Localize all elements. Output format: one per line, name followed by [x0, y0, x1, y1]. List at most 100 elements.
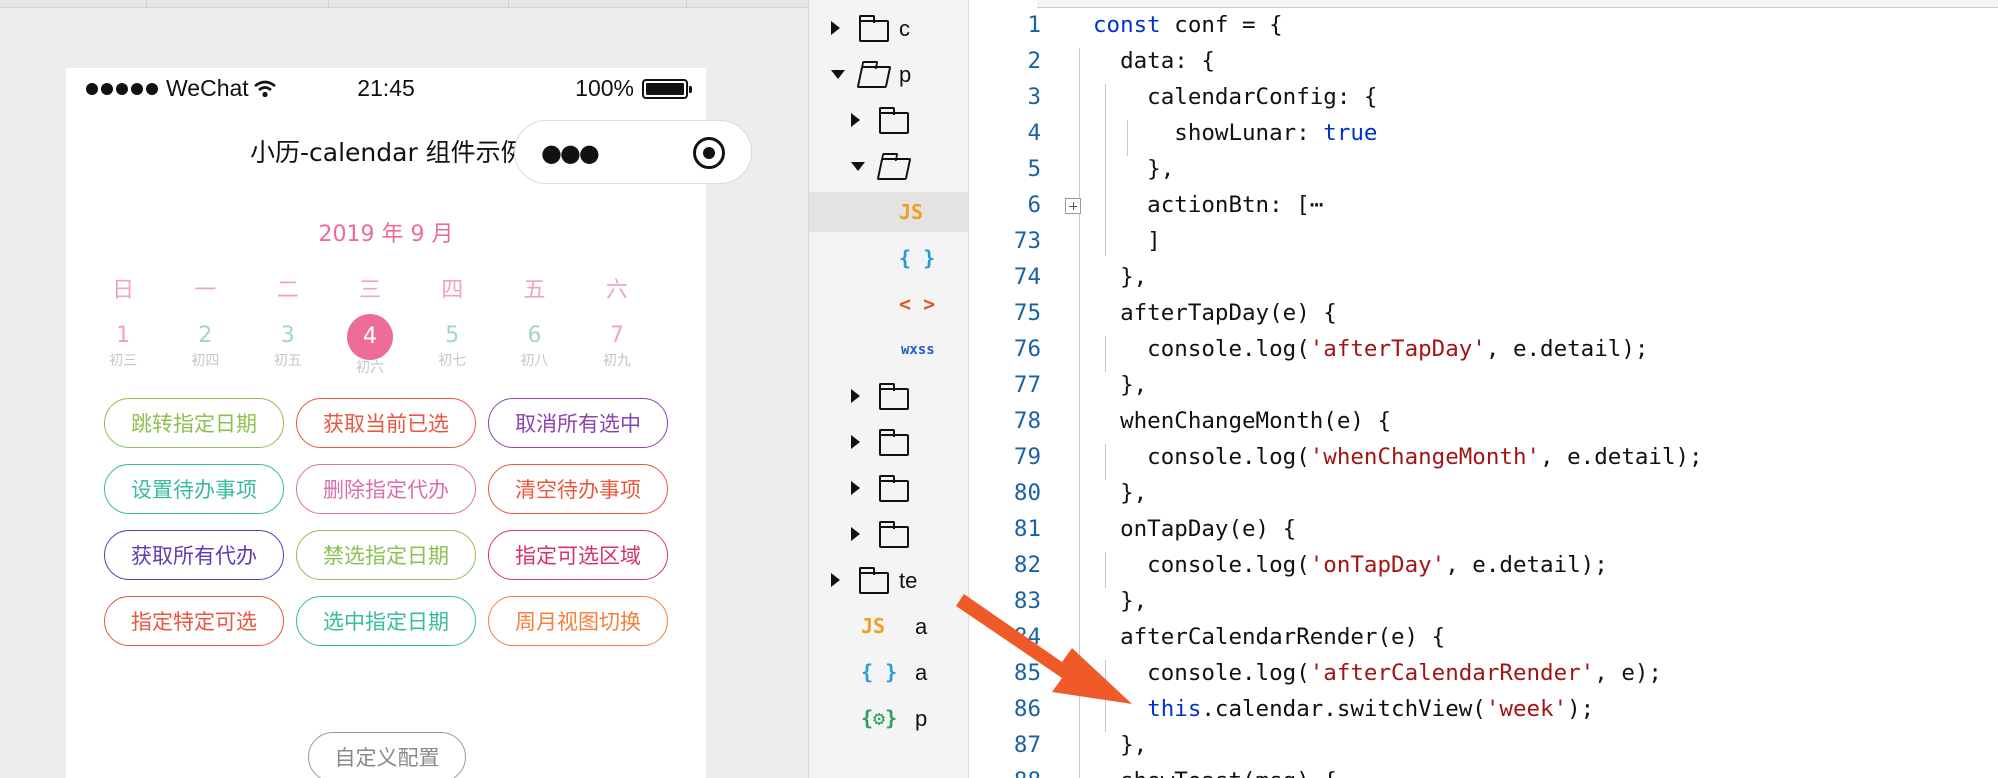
code-line: 82 console.log('onTapDay', e.detail); — [969, 552, 1998, 588]
action-button[interactable]: 指定特定可选 — [104, 596, 284, 646]
line-number: 6 — [1027, 192, 1041, 218]
code-text: ] — [1093, 228, 1161, 254]
chevron-down-icon[interactable] — [851, 162, 865, 171]
chevron-right-icon[interactable] — [851, 435, 860, 449]
calendar-day[interactable]: 7 初九 — [576, 314, 658, 370]
code-line: 86 this.calendar.switchView('week'); — [969, 696, 1998, 732]
action-button[interactable]: 禁选指定日期 — [296, 530, 476, 580]
tree-item-label: p — [899, 62, 912, 87]
tree-folder[interactable]: c — [809, 8, 969, 48]
weekday-label: 五 — [523, 278, 546, 303]
chevron-right-icon[interactable] — [851, 527, 860, 541]
tree-folder[interactable] — [809, 376, 969, 416]
line-number: 81 — [1013, 516, 1041, 542]
tree-item-label: te — [899, 568, 918, 593]
calendar-day-selected[interactable]: 4 初六 — [329, 314, 411, 376]
folder-icon — [879, 107, 909, 134]
line-number: 2 — [1027, 48, 1041, 74]
code-line: 84 afterCalendarRender(e) { — [969, 624, 1998, 660]
code-text: afterTapDay(e) { — [1093, 300, 1337, 326]
chevron-right-icon[interactable] — [851, 389, 860, 403]
month-title: 2019 年 9 月 — [318, 222, 454, 247]
code-line: 80 }, — [969, 480, 1998, 516]
tree-folder[interactable] — [809, 100, 969, 140]
line-number: 84 — [1013, 624, 1041, 650]
folder-icon — [859, 567, 889, 594]
code-line: 76 console.log('afterTapDay', e.detail); — [969, 336, 1998, 372]
code-text: }, — [1093, 264, 1148, 290]
action-button[interactable]: 取消所有选中 — [488, 398, 668, 448]
line-number: 75 — [1013, 300, 1041, 326]
line-number: 5 — [1027, 156, 1041, 182]
action-button[interactable]: 删除指定代办 — [296, 464, 476, 514]
folder-icon — [859, 15, 889, 42]
code-text: showToast(msg) { — [1093, 768, 1337, 778]
chevron-right-icon[interactable] — [851, 481, 860, 495]
chevron-right-icon[interactable] — [831, 573, 840, 587]
chevron-right-icon[interactable] — [851, 113, 860, 127]
code-text: actionBtn: [⋯ — [1093, 192, 1324, 218]
folder-icon — [879, 521, 909, 548]
close-target-icon[interactable] — [693, 137, 725, 169]
code-line: 77 }, — [969, 372, 1998, 408]
code-text: this.calendar.switchView('week'); — [1147, 696, 1595, 722]
action-button[interactable]: 周月视图切换 — [488, 596, 668, 646]
more-icon[interactable]: ●●● — [541, 139, 600, 167]
action-button[interactable]: 指定可选区域 — [488, 530, 668, 580]
tree-file[interactable]: wxss — [809, 330, 969, 370]
custom-config-button[interactable]: 自定义配置 — [308, 732, 466, 778]
file-type-icon: JS — [861, 614, 886, 638]
folder-icon — [879, 475, 909, 502]
weekday-label: 二 — [276, 278, 299, 303]
action-button[interactable]: 获取当前已选 — [296, 398, 476, 448]
line-number: 88 — [969, 768, 1041, 778]
tree-folder[interactable] — [809, 422, 969, 462]
tree-folder[interactable] — [809, 468, 969, 508]
day-number: 4 — [362, 324, 377, 349]
calendar-day[interactable]: 3 初五 — [247, 314, 329, 370]
battery-percent: 100% — [575, 75, 634, 101]
tree-file[interactable]: JS — [809, 192, 969, 232]
chevron-down-icon[interactable] — [831, 70, 845, 79]
battery-icon — [642, 78, 692, 99]
code-line: 2 data: { — [969, 48, 1998, 84]
action-button[interactable]: 获取所有代办 — [104, 530, 284, 580]
day-number: 3 — [280, 323, 295, 348]
action-button[interactable]: 选中指定日期 — [296, 596, 476, 646]
tree-file[interactable]: < > — [809, 284, 969, 324]
tree-item-label: c — [899, 16, 910, 41]
code-text: }, — [1093, 480, 1148, 506]
line-number: 83 — [1013, 588, 1041, 614]
line-number: 76 — [1013, 336, 1041, 362]
line-number: 78 — [1013, 408, 1041, 434]
file-tree-panel: c p JS { } < > wxss te JS a { } a {⚙} p — [808, 0, 969, 778]
action-button[interactable]: 设置待办事项 — [104, 464, 284, 514]
lunar-date: 初七 — [438, 353, 467, 369]
tree-file[interactable]: {⚙} p — [809, 698, 969, 738]
tree-folder[interactable] — [809, 146, 969, 186]
calendar-day[interactable]: 5 初七 — [411, 314, 493, 370]
tree-folder[interactable] — [809, 514, 969, 554]
calendar-day[interactable]: 6 初八 — [493, 314, 575, 370]
file-type-icon: < > — [899, 292, 936, 316]
action-buttons: 跳转指定日期 获取当前已选 取消所有选中设置待办事项 删除指定代办 清空待办事项获取所有… — [104, 398, 670, 646]
action-button[interactable]: 跳转指定日期 — [104, 398, 284, 448]
chevron-right-icon[interactable] — [831, 21, 840, 35]
calendar-day[interactable]: 1 初三 — [82, 314, 164, 370]
file-type-icon: JS — [899, 200, 924, 224]
tree-folder[interactable]: p — [809, 54, 969, 94]
tree-folder[interactable]: te — [809, 560, 969, 600]
code-text: console.log('afterTapDay', e.detail); — [1093, 336, 1649, 362]
tree-file[interactable]: { } — [809, 238, 969, 278]
code-text: onTapDay(e) { — [1093, 516, 1297, 542]
calendar-day[interactable]: 2 初四 — [164, 314, 246, 370]
code-editor[interactable]: 1 const conf = {2 data: {3 calendarConfig… — [968, 0, 1998, 778]
line-number: 80 — [1013, 480, 1041, 506]
code-line: 88 showToast(msg) { — [969, 768, 1998, 778]
action-button[interactable]: 清空待办事项 — [488, 464, 668, 514]
day-number: 1 — [116, 323, 131, 348]
tree-file[interactable]: JS a — [809, 606, 969, 646]
tree-file[interactable]: { } a — [809, 652, 969, 692]
lunar-date: 初四 — [191, 353, 220, 369]
fold-expand-icon[interactable] — [1065, 198, 1081, 214]
